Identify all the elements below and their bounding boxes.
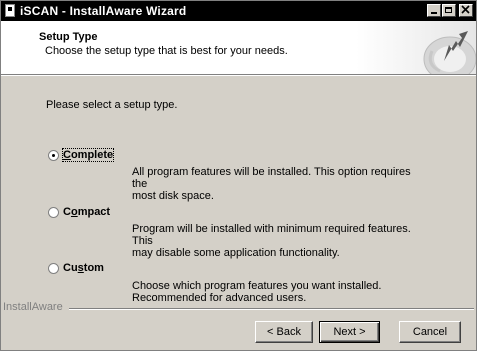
option-description-compact: Program will be installed with minimum r… bbox=[132, 223, 411, 259]
next-button[interactable]: Next > bbox=[319, 321, 380, 343]
green-arrow-disc-icon bbox=[356, 21, 476, 74]
option-label-custom[interactable]: Custom bbox=[63, 262, 104, 274]
installer-icon bbox=[5, 4, 15, 17]
close-button[interactable] bbox=[459, 4, 473, 17]
radio-custom[interactable] bbox=[48, 263, 59, 274]
cancel-button[interactable]: Cancel bbox=[399, 321, 461, 343]
close-icon bbox=[461, 5, 470, 14]
installaware-brand: InstallAware bbox=[3, 301, 63, 313]
maximize-button[interactable] bbox=[442, 4, 456, 17]
option-description-complete: All program features will be installed. … bbox=[132, 166, 411, 202]
installer-window: iSCAN - InstallAware Wizard Setup Type C… bbox=[0, 0, 477, 351]
back-button[interactable]: < Back bbox=[255, 321, 313, 343]
window-title: iSCAN - InstallAware Wizard bbox=[20, 4, 187, 18]
minimize-button[interactable] bbox=[427, 4, 441, 17]
radio-complete[interactable] bbox=[48, 150, 59, 161]
option-label-compact[interactable]: Compact bbox=[63, 206, 110, 218]
radio-compact[interactable] bbox=[48, 207, 59, 218]
footer-divider-highlight bbox=[69, 309, 474, 310]
option-label-complete[interactable]: Complete bbox=[61, 148, 115, 162]
header-subtitle: Choose the setup type that is best for y… bbox=[45, 45, 288, 57]
header-separator bbox=[1, 75, 476, 76]
title-bar[interactable]: iSCAN - InstallAware Wizard bbox=[1, 1, 476, 21]
setup-type-prompt: Please select a setup type. bbox=[46, 99, 178, 111]
option-description-custom: Choose which program features you want i… bbox=[132, 280, 382, 304]
header-title: Setup Type bbox=[39, 31, 98, 43]
wizard-header: Setup Type Choose the setup type that is… bbox=[1, 21, 476, 75]
